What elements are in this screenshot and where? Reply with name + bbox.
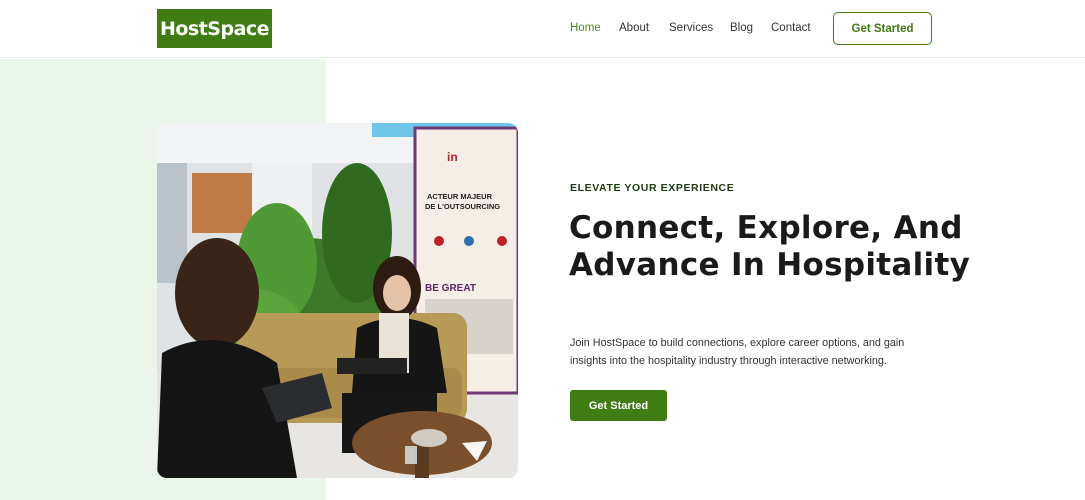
header-get-started-button[interactable]: Get Started	[833, 12, 932, 45]
hero-headline: Connect, Explore, And Advance In Hospita…	[569, 210, 971, 283]
hero-get-started-button[interactable]: Get Started	[570, 390, 667, 421]
nav-home-link[interactable]: Home	[570, 22, 601, 34]
nav-blog-link[interactable]: Blog	[730, 22, 753, 34]
banner-slogan: BE GREAT	[425, 283, 476, 294]
hero-description: Join HostSpace to build connections, exp…	[570, 337, 905, 367]
landing-page: HostSpace Home About Services Blog Conta…	[0, 0, 1085, 500]
brand-name: HostSpace	[159, 17, 270, 40]
site-header: HostSpace Home About Services Blog Conta…	[0, 0, 1085, 58]
hero-photo: in ACTEUR MAJEUR DE L'OUTSOURCING BE GRE…	[157, 123, 518, 478]
banner-brand: in	[447, 150, 458, 164]
nav-about-link[interactable]: About	[619, 22, 649, 34]
nav-contact-link[interactable]: Contact	[771, 22, 811, 34]
banner-line-1: ACTEUR MAJEUR	[427, 192, 493, 201]
hero-eyebrow: ELEVATE YOUR EXPERIENCE	[570, 182, 735, 194]
banner-line-2: DE L'OUTSOURCING	[425, 202, 500, 211]
brand-logo[interactable]: HostSpace	[157, 9, 272, 48]
nav-services-link[interactable]: Services	[669, 22, 713, 34]
